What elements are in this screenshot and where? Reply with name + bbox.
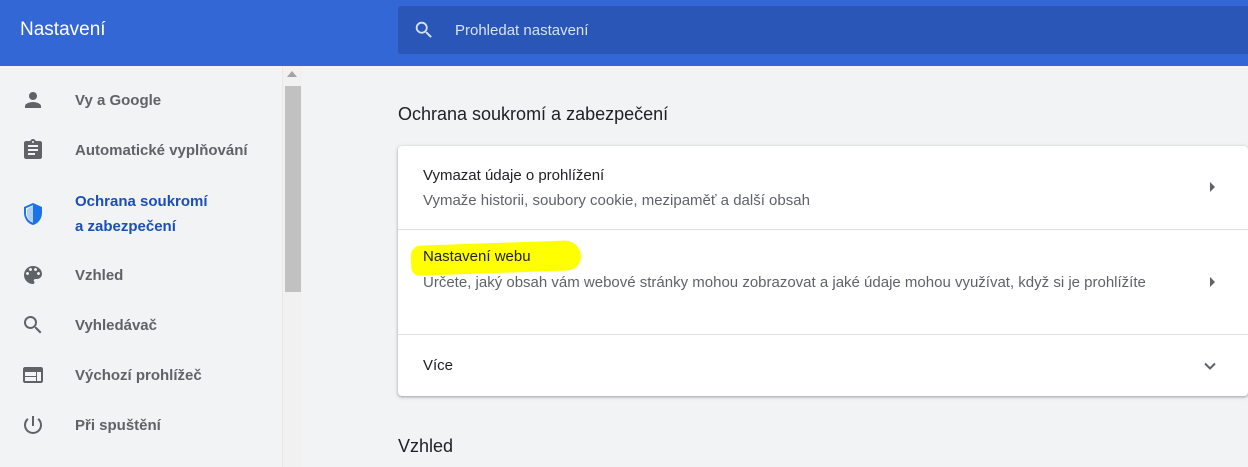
arrow-right-icon	[1210, 277, 1215, 287]
sidebar-scrollbar[interactable]	[282, 66, 302, 467]
clipboard-icon	[21, 138, 45, 162]
section-title: Ochrana soukromí a zabezpečení	[398, 104, 669, 124]
arrow-right-icon	[1210, 182, 1215, 192]
sidebar-item-you-and-google[interactable]: Vy a Google	[0, 75, 282, 125]
sidebar-item-label: Výchozí prohlížeč	[75, 367, 202, 384]
sidebar-item-privacy-security[interactable]: Ochrana soukromí a zabezpečení	[0, 186, 282, 242]
more-row[interactable]: Více	[398, 334, 1248, 396]
sidebar-item-autofill[interactable]: Automatické vyplňování	[0, 125, 282, 175]
sidebar-item-on-startup[interactable]: Při spuštění	[0, 400, 282, 450]
row-title: Vymazat údaje o prohlížení	[423, 167, 605, 184]
page-title: Nastavení	[20, 19, 106, 40]
search-icon[interactable]	[413, 19, 435, 41]
power-icon	[21, 413, 45, 437]
shield-icon	[21, 202, 45, 226]
sidebar: Vy a Google Automatické vyplňování Ochra…	[0, 66, 282, 467]
chevron-down-icon[interactable]	[1202, 358, 1218, 374]
sidebar-item-label: Automatické vyplňování	[75, 142, 248, 159]
row-title: Více	[423, 357, 454, 374]
row-description: Vymaže historii, soubory cookie, mezipam…	[423, 192, 810, 209]
clear-browsing-data-row[interactable]: Vymazat údaje o prohlížení Vymaže histor…	[398, 146, 1248, 229]
sidebar-item-default-browser[interactable]: Výchozí prohlížeč	[0, 350, 282, 400]
search-icon	[21, 313, 45, 337]
sidebar-item-search-engine[interactable]: Vyhledávač	[0, 300, 282, 350]
sidebar-item-label: Při spuštění	[75, 417, 161, 434]
sidebar-item-label: Vy a Google	[75, 92, 162, 109]
sidebar-item-label: Vyhledávač	[75, 317, 157, 334]
browser-icon	[21, 363, 45, 387]
sidebar-item-label-line2: a zabezpečení	[75, 218, 176, 235]
scroll-thumb[interactable]	[285, 86, 301, 292]
sidebar-item-label: Vzhled	[75, 267, 124, 284]
app-header: Nastavení	[0, 0, 1248, 66]
row-description: Určete, jaký obsah vám webové stránky mo…	[423, 274, 1146, 291]
person-icon	[21, 88, 45, 112]
palette-icon	[21, 263, 45, 287]
sidebar-item-appearance[interactable]: Vzhled	[0, 250, 282, 300]
search-box[interactable]	[398, 6, 1248, 54]
sidebar-item-label-line1: Ochrana soukromí	[75, 193, 208, 210]
site-settings-title-overlay: Nastavení webu	[423, 248, 531, 265]
scroll-up-arrow-icon[interactable]	[287, 71, 297, 77]
search-input[interactable]	[455, 6, 1155, 54]
section-title-appearance: Vzhled	[398, 436, 454, 456]
